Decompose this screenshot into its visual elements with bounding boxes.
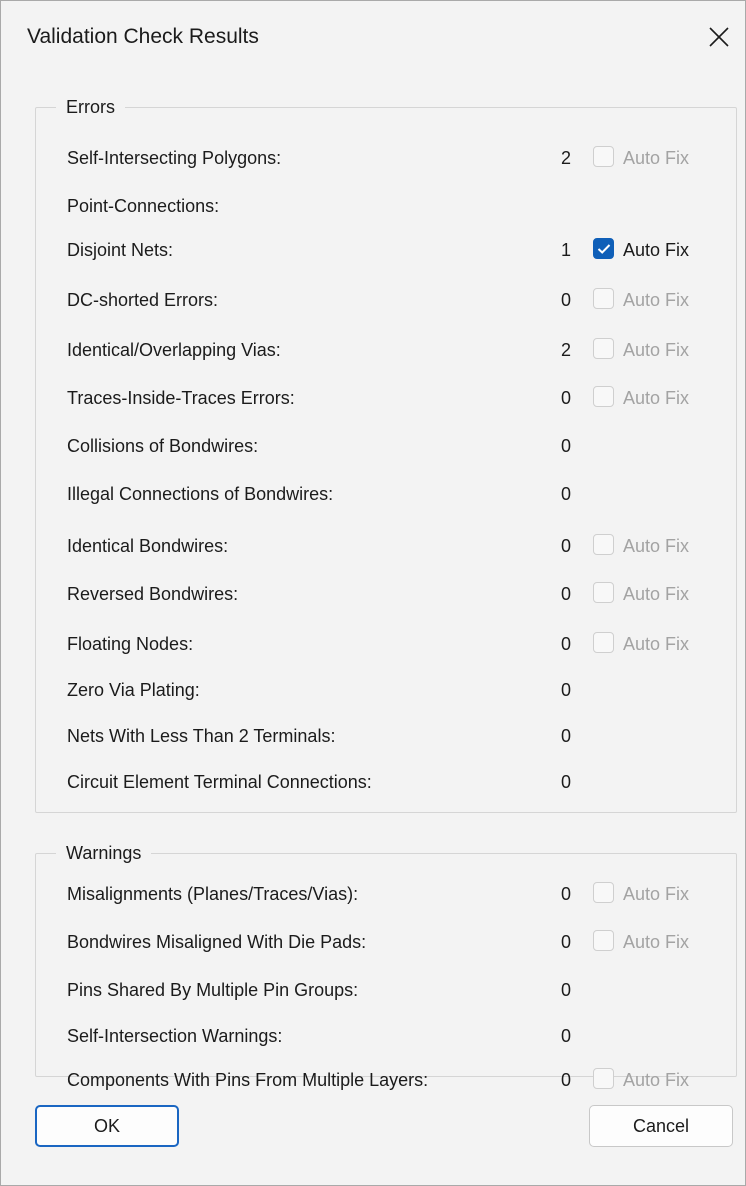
check-row: Illegal Connections of Bondwires: 0 (36, 480, 736, 510)
checkbox-box (593, 146, 614, 167)
check-count: 0 (560, 484, 571, 504)
ok-button[interactable]: OK (35, 1105, 179, 1147)
checkmark-icon (597, 244, 611, 254)
check-row: Misalignments (Planes/Traces/Vias): 0 Auto… (36, 880, 736, 910)
autofix-label: Auto Fix (623, 388, 690, 408)
check-count: 0 (560, 932, 571, 952)
check-count: 0 (560, 584, 571, 604)
check-row: Nets With Less Than 2 Terminals: 0 (36, 722, 736, 752)
check-label: Illegal Connections of Bondwires: (67, 484, 334, 504)
autofix-label: Auto Fix (623, 884, 690, 904)
close-icon (709, 27, 729, 47)
check-label: Nets With Less Than 2 Terminals: (67, 726, 336, 746)
check-label: Bondwires Misaligned With Die Pads: (67, 932, 367, 952)
checkbox-box (593, 1068, 614, 1089)
autofix-label: Auto Fix (623, 1070, 690, 1090)
check-count: 0 (560, 726, 571, 746)
check-label: Collisions of Bondwires: (67, 436, 259, 456)
check-label: Disjoint Nets: (67, 240, 174, 260)
check-row: Pins Shared By Multiple Pin Groups: 0 (36, 976, 736, 1006)
check-label: Self-Intersecting Polygons: (67, 148, 282, 168)
check-label: DC-shorted Errors: (67, 290, 219, 310)
checkbox-box (593, 582, 614, 603)
checkbox-box (593, 930, 614, 951)
autofix-label: Auto Fix (623, 932, 690, 952)
dialog-title: Validation Check Results (27, 25, 259, 48)
check-count: 0 (560, 1070, 571, 1090)
check-count: 2 (560, 148, 571, 168)
warnings-group: Warnings Misalignments (Planes/Traces/Vi… (35, 841, 737, 1090)
check-label: Identical Bondwires: (67, 536, 229, 556)
checkbox-box (593, 386, 614, 407)
validation-dialog: Validation Check Results Errors Self-Int… (0, 0, 746, 1186)
check-label: Self-Intersection Warnings: (67, 1026, 283, 1046)
autofix-label: Auto Fix (623, 340, 690, 360)
check-count: 0 (560, 536, 571, 556)
checkbox-box (593, 534, 614, 555)
check-count: 0 (560, 388, 571, 408)
check-count: 2 (560, 340, 571, 360)
checkbox-box (593, 882, 614, 903)
check-count: 0 (560, 680, 571, 700)
cancel-button[interactable]: Cancel (589, 1105, 733, 1147)
check-count: 0 (560, 772, 571, 792)
autofix-label: Auto Fix (623, 290, 690, 310)
check-row: Collisions of Bondwires: 0 (36, 432, 736, 462)
check-row: Self-Intersection Warnings: 0 (36, 1022, 736, 1052)
check-count: 0 (560, 980, 571, 1000)
checkbox-box (593, 338, 614, 359)
check-row: Components With Pins From Multiple Layer… (36, 1066, 736, 1096)
check-count: 0 (560, 436, 571, 456)
checkbox-box (593, 632, 614, 653)
check-label: Components With Pins From Multiple Layer… (67, 1070, 429, 1090)
close-button[interactable] (695, 11, 745, 61)
autofix-label: Auto Fix (623, 240, 690, 260)
check-row: Traces-Inside-Traces Errors: 0 Auto Fix (36, 384, 736, 414)
errors-group: Errors Self-Intersecting Polygons: 2 Auto … (35, 95, 737, 813)
check-label: Traces-Inside-Traces Errors: (67, 388, 295, 408)
check-row: Circuit Element Terminal Connections: 0 (36, 768, 736, 798)
check-row: Floating Nodes: 0 Auto Fix (36, 630, 736, 660)
check-row: Point-Connections: (36, 192, 736, 222)
check-count: 0 (560, 884, 571, 904)
check-row: Reversed Bondwires: 0 Auto Fix (36, 580, 736, 610)
check-label: Misalignments (Planes/Traces/Vias): (67, 884, 359, 904)
title-bar: Validation Check Results (1, 1, 745, 77)
check-label: Circuit Element Terminal Connections: (67, 772, 372, 792)
check-label: Point-Connections: (67, 196, 220, 216)
autofix-label: Auto Fix (623, 634, 690, 654)
check-row: DC-shorted Errors: 0 Auto Fix (36, 286, 736, 316)
check-row: Zero Via Plating: 0 (36, 676, 736, 706)
errors-legend: Errors (56, 95, 125, 119)
check-row: Identical Bondwires: 0 Auto Fix (36, 532, 736, 562)
check-label: Identical/Overlapping Vias: (67, 340, 281, 360)
autofix-label: Auto Fix (623, 148, 690, 168)
warnings-legend: Warnings (56, 841, 152, 865)
check-count: 0 (560, 1026, 571, 1046)
check-row: Self-Intersecting Polygons: 2 Auto Fix (36, 144, 736, 174)
autofix-label: Auto Fix (623, 584, 690, 604)
check-count: 1 (560, 240, 571, 260)
check-label: Reversed Bondwires: (67, 584, 239, 604)
check-count: 0 (560, 290, 571, 310)
checkbox-box (593, 288, 614, 309)
check-row: Identical/Overlapping Vias: 2 Auto Fix (36, 336, 736, 366)
check-count: 0 (560, 634, 571, 654)
check-row: Disjoint Nets: 1 Auto Fix (36, 236, 736, 266)
check-row: Bondwires Misaligned With Die Pads: 0 Auto… (36, 928, 736, 958)
check-label: Pins Shared By Multiple Pin Groups: (67, 980, 359, 1000)
autofix-label: Auto Fix (623, 536, 690, 556)
check-label: Floating Nodes: (67, 634, 194, 654)
check-label: Zero Via Plating: (67, 680, 200, 700)
checkbox-box[interactable] (593, 238, 614, 259)
